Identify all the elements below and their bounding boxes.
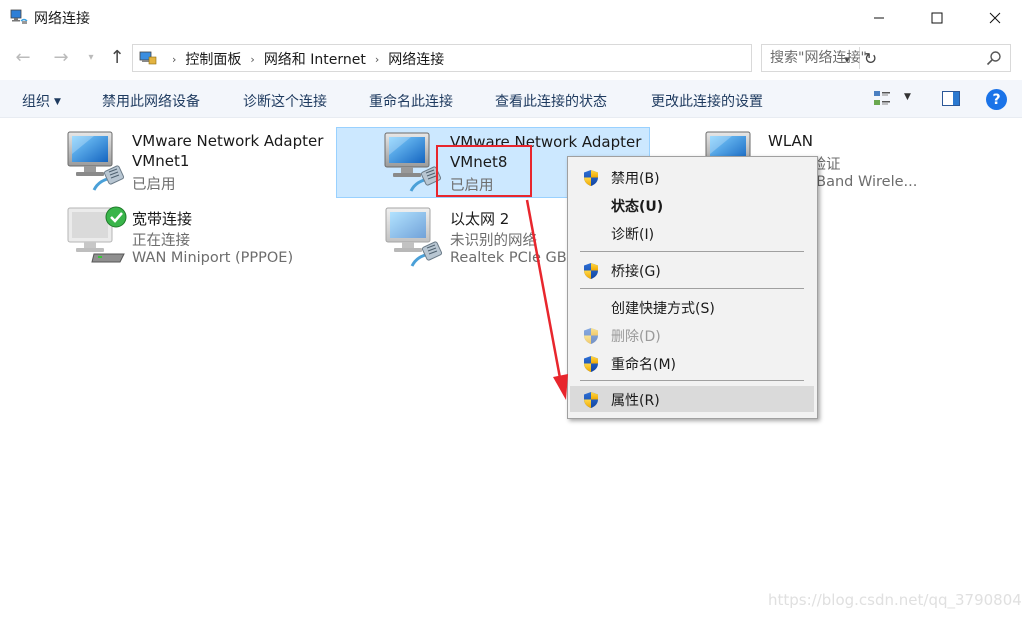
maximize-button[interactable]	[914, 0, 960, 36]
menu-item-label: 删除(D)	[611, 329, 661, 345]
connection-device: 未识别的网络	[450, 233, 537, 249]
menu-item-disable[interactable]: 禁用(B)	[570, 164, 814, 190]
view-options-chevron-icon[interactable]: ▼	[904, 92, 911, 102]
arrow-up-icon: ↑	[109, 46, 125, 68]
address-bar[interactable]: › 控制面板 › 网络和 Internet › 网络连接 ▾ ↻	[132, 44, 877, 72]
view-status-button[interactable]: 查看此连接的状态	[495, 91, 607, 111]
close-button[interactable]	[972, 0, 1018, 36]
network-connections-icon	[10, 9, 28, 24]
ethernet-adapter-icon	[385, 207, 446, 268]
breadcrumb-control-panel[interactable]: 控制面板	[185, 49, 241, 69]
breadcrumb: › 控制面板 › 网络和 Internet › 网络连接	[163, 49, 444, 69]
maximize-icon	[931, 12, 943, 24]
connection-name: 宽带连接	[132, 210, 193, 228]
view-options-icon[interactable]	[872, 89, 892, 109]
uac-shield-icon	[582, 355, 600, 373]
help-icon[interactable]: ?	[986, 89, 1007, 110]
organize-label: 组织	[22, 94, 50, 110]
minimize-button[interactable]	[856, 0, 902, 36]
watermark: https://blog.csdn.net/qq_37908043	[768, 591, 1022, 609]
control-panel-icon	[139, 51, 157, 65]
change-settings-button[interactable]: 更改此连接的设置	[651, 91, 763, 111]
menu-separator	[580, 251, 804, 252]
connection-status: 已启用	[132, 177, 176, 193]
menu-separator	[580, 288, 804, 289]
rename-connection-button[interactable]: 重命名此连接	[369, 91, 453, 111]
connection-device: 正在连接	[132, 233, 190, 249]
connection-device: VMnet1	[132, 152, 190, 170]
connection-name: 以太网 2	[450, 210, 510, 228]
back-button[interactable]: ←	[12, 46, 34, 68]
menu-item-properties[interactable]: 属性(R)	[570, 386, 814, 412]
network-adapter-icon	[64, 128, 128, 192]
arrow-left-icon: ←	[15, 46, 31, 68]
connection-ethernet-2[interactable]: 以太网 2 未识别的网络 Realtek PCIe GBE	[378, 202, 578, 274]
menu-item-label: 桥接(G)	[611, 264, 661, 280]
connection-broadband[interactable]: 宽带连接 正在连接 WAN Miniport (PPPOE)	[60, 202, 332, 274]
connection-status: WAN Miniport (PPPOE)	[132, 250, 294, 266]
breadcrumb-network-internet[interactable]: 网络和 Internet	[264, 49, 366, 69]
uac-shield-icon	[582, 262, 600, 280]
recent-locations-button[interactable]: ▾	[84, 46, 98, 68]
title-bar: 网络连接	[0, 0, 1022, 36]
chevron-right-icon: ›	[172, 52, 177, 66]
menu-item-diagnose[interactable]: 诊断(I)	[570, 220, 814, 246]
connection-name: VMware Network Adapter	[132, 132, 324, 150]
connection-vmnet1[interactable]: VMware Network Adapter VMnet1 已启用	[60, 126, 332, 198]
forward-button[interactable]: →	[50, 46, 72, 68]
menu-item-bridge[interactable]: 桥接(G)	[570, 257, 814, 283]
menu-item-delete[interactable]: 删除(D)	[570, 322, 814, 348]
arrow-right-icon: →	[53, 46, 69, 68]
menu-item-rename[interactable]: 重命名(M)	[570, 350, 814, 376]
uac-shield-icon	[582, 169, 600, 187]
diagnose-connection-button[interactable]: 诊断这个连接	[243, 91, 327, 111]
disable-device-button[interactable]: 禁用此网络设备	[102, 91, 200, 111]
menu-item-create-shortcut[interactable]: 创建快捷方式(S)	[570, 294, 814, 320]
menu-item-status[interactable]: 状态(U)	[570, 192, 814, 218]
menu-item-label: 诊断(I)	[611, 227, 655, 243]
minimize-icon	[874, 17, 884, 19]
uac-shield-icon	[582, 327, 600, 345]
broadband-connected-icon	[67, 206, 127, 268]
window-title: 网络连接	[34, 11, 90, 27]
connection-status: Realtek PCIe GBE	[450, 250, 576, 266]
chevron-right-icon[interactable]: ›	[250, 53, 254, 66]
close-icon	[989, 12, 1001, 24]
search-icon	[986, 51, 1001, 66]
context-menu: 禁用(B) 状态(U) 诊断(I) 桥接(G) 创建快捷方式(S) 删除(D) …	[567, 156, 818, 419]
highlight-box	[436, 145, 532, 197]
breadcrumb-network-connections[interactable]: 网络连接	[388, 49, 444, 69]
search-input[interactable]	[770, 48, 980, 68]
search-box[interactable]	[761, 44, 1011, 72]
chevron-right-icon[interactable]: ›	[375, 53, 379, 66]
navigation-bar: ← → ▾ ↑ › 控制面板 › 网络和 Internet › 网络连接 ▾ ↻	[0, 38, 1022, 76]
menu-item-label: 创建快捷方式(S)	[611, 301, 715, 317]
menu-separator	[580, 380, 804, 381]
menu-item-label: 禁用(B)	[611, 171, 660, 187]
up-button[interactable]: ↑	[106, 46, 128, 68]
uac-shield-icon	[582, 391, 600, 409]
connection-name: WLAN	[768, 132, 814, 150]
menu-item-label: 重命名(M)	[611, 357, 677, 373]
preview-pane-icon[interactable]	[942, 91, 960, 106]
menu-item-label: 状态(U)	[611, 199, 664, 215]
chevron-down-icon: ▾	[88, 51, 94, 63]
chevron-down-icon: ▼	[54, 97, 61, 107]
command-bar: 组织 ▼ 禁用此网络设备 诊断这个连接 重命名此连接 查看此连接的状态 更改此连接…	[0, 80, 1022, 118]
organize-menu[interactable]: 组织 ▼	[22, 91, 61, 111]
menu-item-label: 属性(R)	[611, 393, 660, 409]
